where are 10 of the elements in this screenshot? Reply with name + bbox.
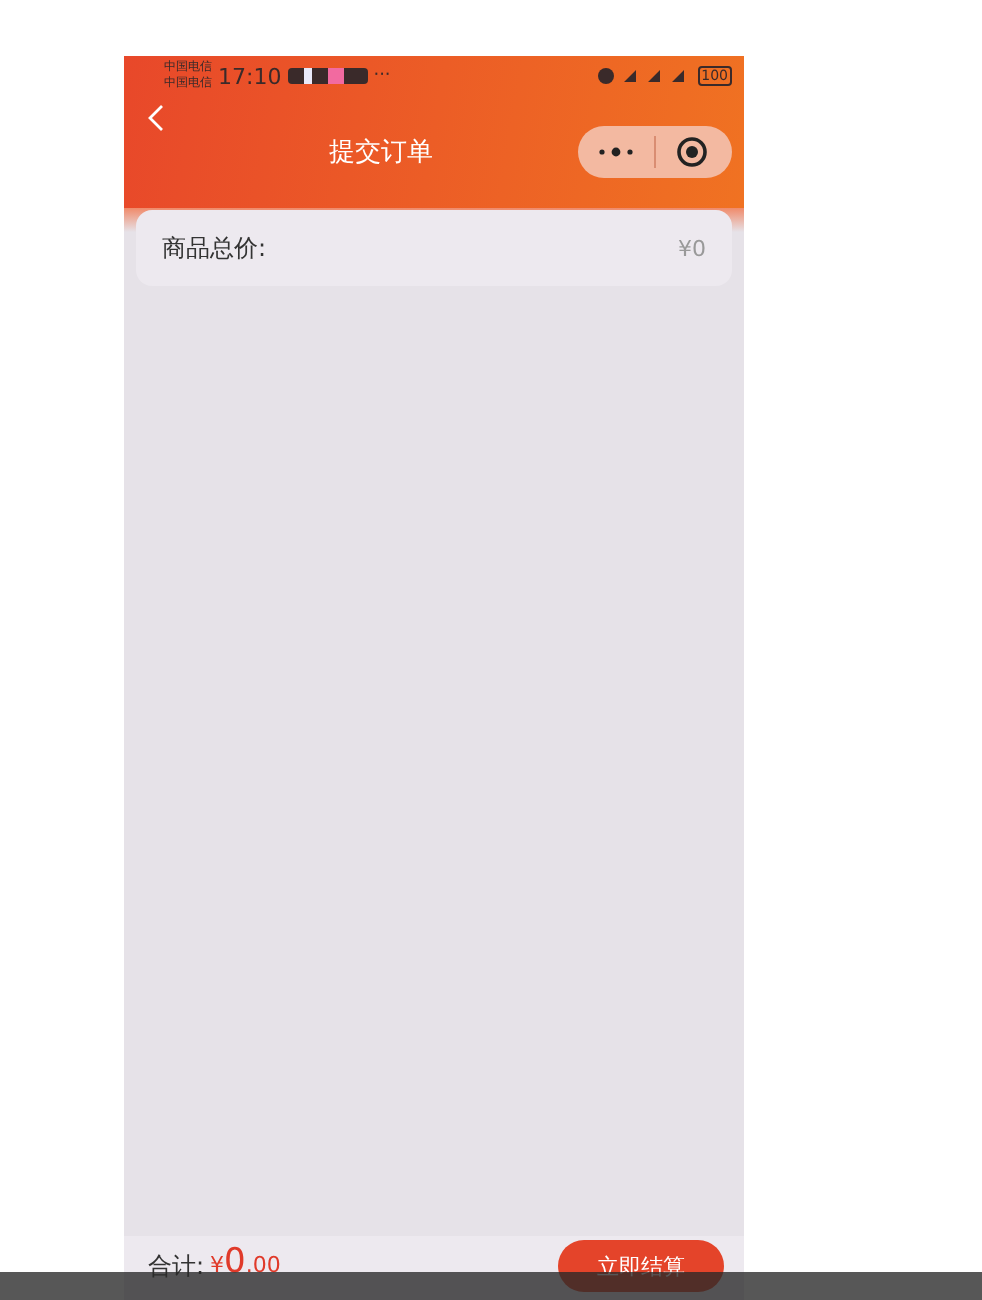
more-icon[interactable]: [598, 146, 634, 158]
notification-icons: [287, 68, 368, 84]
status-time: 17:10: [218, 63, 282, 89]
summary-label: 商品总价:: [162, 231, 267, 265]
more-notifications: ···: [373, 66, 391, 86]
close-icon[interactable]: [676, 136, 708, 168]
summary-value: ¥0: [678, 235, 706, 261]
total-price: ¥0.00: [210, 1242, 281, 1282]
back-icon[interactable]: [148, 104, 164, 132]
page-title: 提交订单: [327, 136, 435, 170]
